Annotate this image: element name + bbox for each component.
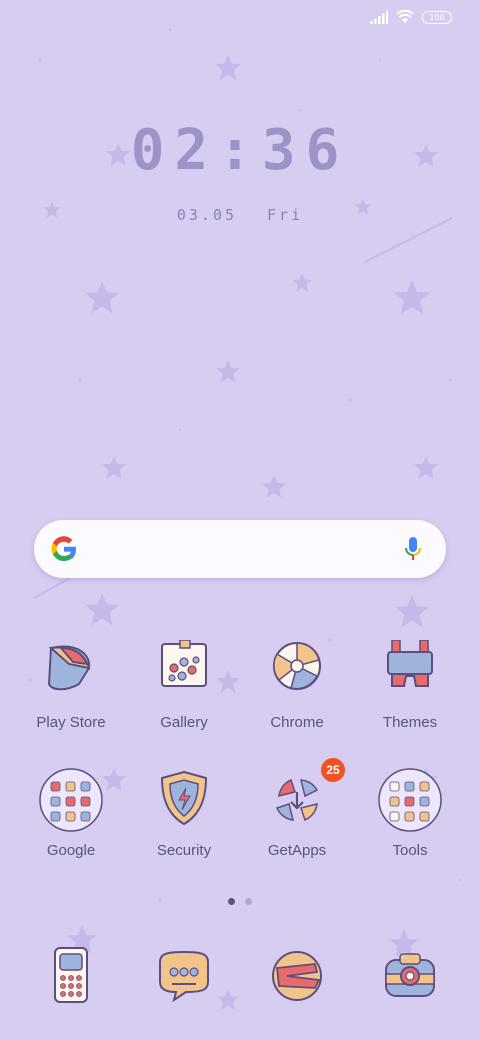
phone-icon[interactable] bbox=[39, 944, 103, 1008]
app-label: Google bbox=[46, 842, 96, 859]
app-label: Security bbox=[156, 842, 212, 859]
battery-level: 100 bbox=[429, 12, 445, 22]
app-gallery[interactable]: Gallery bbox=[128, 639, 240, 731]
page-dot bbox=[245, 898, 252, 905]
folder-google[interactable]: Google bbox=[15, 768, 127, 859]
notification-badge: 25 bbox=[321, 758, 345, 782]
app-label: GetApps bbox=[267, 842, 327, 859]
app-security[interactable]: Security bbox=[128, 768, 240, 859]
browser-icon[interactable] bbox=[265, 944, 329, 1008]
folder-tools[interactable]: Tools bbox=[354, 768, 466, 859]
page-dot-active bbox=[228, 898, 235, 905]
app-label: Gallery bbox=[160, 714, 208, 731]
clock-date[interactable]: 03.05 Fri bbox=[0, 206, 480, 224]
google-search-bar[interactable] bbox=[34, 520, 446, 578]
google-folder-icon bbox=[39, 768, 103, 832]
app-label: Chrome bbox=[270, 714, 324, 731]
app-getapps[interactable]: 25 GetApps bbox=[241, 758, 353, 859]
microphone-icon[interactable] bbox=[404, 536, 422, 564]
app-chrome[interactable]: Chrome bbox=[241, 640, 353, 731]
clock-time[interactable]: 02:36 bbox=[0, 118, 480, 183]
security-icon bbox=[160, 770, 208, 826]
app-label: Play Store bbox=[36, 714, 106, 731]
page-indicator bbox=[0, 898, 480, 905]
app-play-store[interactable]: Play Store bbox=[15, 640, 127, 731]
signal-icon bbox=[370, 10, 388, 24]
app-label: Themes bbox=[382, 714, 438, 731]
gallery-icon bbox=[161, 639, 207, 687]
date-text: 03.05 bbox=[176, 206, 238, 224]
weekday-text: Fri bbox=[267, 206, 304, 224]
chrome-icon bbox=[273, 642, 321, 690]
tools-folder-icon bbox=[378, 768, 442, 832]
status-bar: 100 bbox=[370, 10, 452, 24]
google-g-icon bbox=[51, 536, 77, 562]
app-themes[interactable]: Themes bbox=[354, 639, 466, 731]
battery-icon: 100 bbox=[422, 10, 452, 24]
camera-icon[interactable] bbox=[378, 944, 442, 1008]
play-store-icon bbox=[47, 645, 91, 691]
themes-icon bbox=[387, 639, 433, 687]
messages-icon[interactable] bbox=[152, 944, 216, 1008]
wifi-icon bbox=[396, 10, 414, 23]
getapps-icon bbox=[275, 778, 319, 822]
app-label: Tools bbox=[392, 842, 428, 859]
